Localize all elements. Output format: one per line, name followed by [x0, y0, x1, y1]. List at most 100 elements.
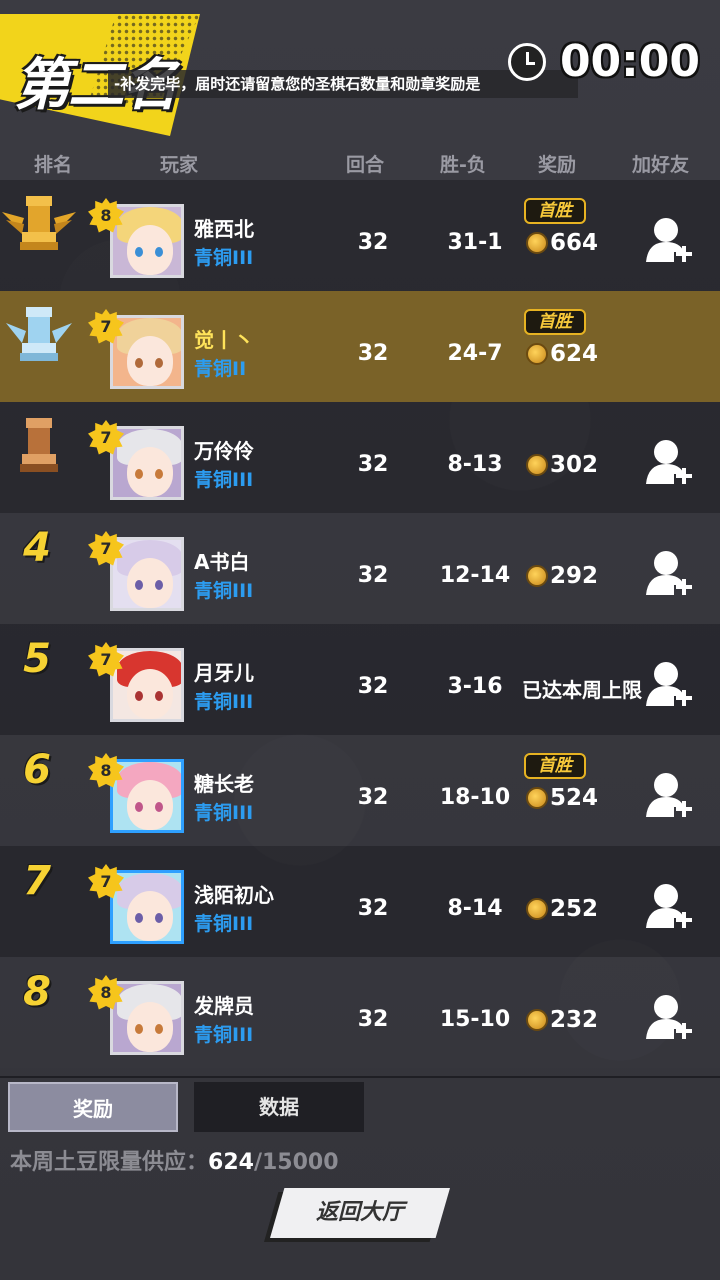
column-headers: 排名 玩家 回合 胜-负 奖励 加好友	[0, 150, 720, 180]
rank-number: 7	[23, 858, 51, 904]
add-friend-icon[interactable]	[646, 993, 692, 1043]
first-win-badge: 首胜	[524, 753, 586, 779]
win-loss-value: 3-16	[447, 674, 503, 699]
win-loss-value: 24-7	[447, 341, 503, 366]
player-name: 月牙儿	[194, 661, 254, 685]
rounds-value: 32	[357, 563, 389, 588]
add-friend-icon[interactable]	[646, 549, 692, 599]
reward-value: 232	[550, 1007, 599, 1033]
player-name: 雅西北	[194, 217, 254, 241]
win-loss-value: 15-10	[439, 1007, 511, 1032]
weekly-limit-text: 已达本周上限	[522, 678, 642, 702]
reward: 524	[526, 785, 598, 811]
reward: 302	[526, 452, 598, 478]
potato-coin-icon	[526, 343, 548, 365]
col-reward: 奖励	[538, 154, 577, 176]
weekly-supply: 本周土豆限量供应：624/15000	[10, 1144, 339, 1176]
player-name: A书白	[194, 550, 250, 574]
reward-value: 624	[550, 341, 599, 367]
level-number: 8	[100, 206, 112, 225]
table-row: 8 雅西北 青铜III 32 31-1 首胜 664	[0, 180, 720, 291]
player-name: 浅陌初心	[194, 883, 274, 907]
level-number: 7	[100, 650, 112, 669]
player-tier: 青铜III	[194, 691, 254, 713]
table-row-self: 7 觉丨丶 青铜II 32 24-7 首胜 624	[0, 291, 720, 402]
table-row: 5 7 月牙儿 青铜III 32 3-16 已达本周上限	[0, 624, 720, 735]
rounds-value: 32	[357, 896, 389, 921]
col-rounds: 回合	[346, 154, 385, 176]
supply-total: /15000	[253, 1150, 339, 1175]
player-name: 万伶伶	[194, 439, 254, 463]
col-player: 玩家	[160, 154, 199, 176]
potato-coin-icon	[526, 565, 548, 587]
table-row: 7 万伶伶 青铜III 32 8-13 302	[0, 402, 720, 513]
first-win-badge: 首胜	[524, 309, 586, 335]
player-tier: 青铜III	[194, 1024, 254, 1046]
level-number: 8	[100, 983, 112, 1002]
col-add-friend: 加好友	[632, 154, 690, 176]
win-loss-value: 31-1	[447, 230, 503, 255]
ranking-list: 8 雅西北 青铜III 32 31-1 首胜 664 7 觉丨丶 青铜II 32…	[0, 180, 720, 1068]
rounds-value: 32	[357, 230, 389, 255]
add-friend-icon[interactable]	[646, 771, 692, 821]
timer-text: 00:00	[559, 36, 700, 87]
supply-current: 624	[208, 1150, 254, 1175]
potato-coin-icon	[526, 1009, 548, 1031]
level-number: 7	[100, 317, 112, 336]
supply-label: 本周土豆限量供应：	[10, 1150, 209, 1175]
rounds-value: 32	[357, 1007, 389, 1032]
reward: 232	[526, 1007, 598, 1033]
player-tier: 青铜III	[194, 247, 254, 269]
player-tier: 青铜III	[194, 580, 254, 602]
win-loss-value: 8-14	[447, 896, 503, 921]
add-friend-icon[interactable]	[646, 660, 692, 710]
potato-coin-icon	[526, 898, 548, 920]
level-number: 7	[100, 428, 112, 447]
add-friend-icon[interactable]	[646, 882, 692, 932]
reward: 624	[526, 341, 598, 367]
player-name: 觉丨丶	[194, 328, 254, 352]
tab-reward[interactable]: 奖励	[8, 1082, 178, 1132]
rounds-value: 32	[357, 341, 389, 366]
player-name: 发牌员	[194, 994, 254, 1018]
table-row: 4 7 A书白 青铜III 32 12-14 292	[0, 513, 720, 624]
level-number: 8	[100, 761, 112, 780]
result-header: 第二名 -补发完毕，届时还请留意您的圣棋石数量和勋章奖励是 00:00	[0, 0, 720, 140]
reward-value: 292	[550, 563, 599, 589]
reward: 252	[526, 896, 598, 922]
first-win-badge: 首胜	[524, 198, 586, 224]
tab-bar: 奖励 数据	[0, 1076, 720, 1132]
back-to-lobby-button[interactable]: 返回大厅	[270, 1188, 450, 1238]
table-row: 8 8 发牌员 青铜III 32 15-10 232	[0, 957, 720, 1068]
reward-value: 524	[550, 785, 599, 811]
rank-number: 8	[23, 969, 51, 1015]
table-row: 7 7 浅陌初心 青铜III 32 8-14 252	[0, 846, 720, 957]
col-rank: 排名	[34, 154, 73, 176]
win-loss-value: 12-14	[439, 563, 511, 588]
level-number: 7	[100, 872, 112, 891]
player-tier: 青铜III	[194, 913, 254, 935]
win-loss-value: 8-13	[447, 452, 503, 477]
rounds-value: 32	[357, 674, 389, 699]
player-tier: 青铜III	[194, 469, 254, 491]
add-friend-icon[interactable]	[646, 438, 692, 488]
potato-coin-icon	[526, 454, 548, 476]
player-tier: 青铜III	[194, 802, 254, 824]
potato-coin-icon	[526, 232, 548, 254]
reward: 664	[526, 230, 598, 256]
potato-coin-icon	[526, 787, 548, 809]
reward-value: 252	[550, 896, 599, 922]
tab-data[interactable]: 数据	[194, 1082, 364, 1132]
player-tier: 青铜II	[194, 358, 247, 380]
rank-number: 6	[23, 747, 51, 793]
player-name: 糖长老	[194, 772, 254, 796]
rank-number: 5	[23, 636, 51, 682]
rank-number: 4	[23, 525, 51, 571]
gold-rook-trophy-icon	[2, 196, 76, 250]
add-friend-icon[interactable]	[646, 216, 692, 266]
reward: 292	[526, 563, 598, 589]
rounds-value: 32	[357, 785, 389, 810]
col-win-loss: 胜-负	[440, 154, 486, 176]
rounds-value: 32	[357, 452, 389, 477]
silver-rook-trophy-icon	[6, 307, 72, 361]
